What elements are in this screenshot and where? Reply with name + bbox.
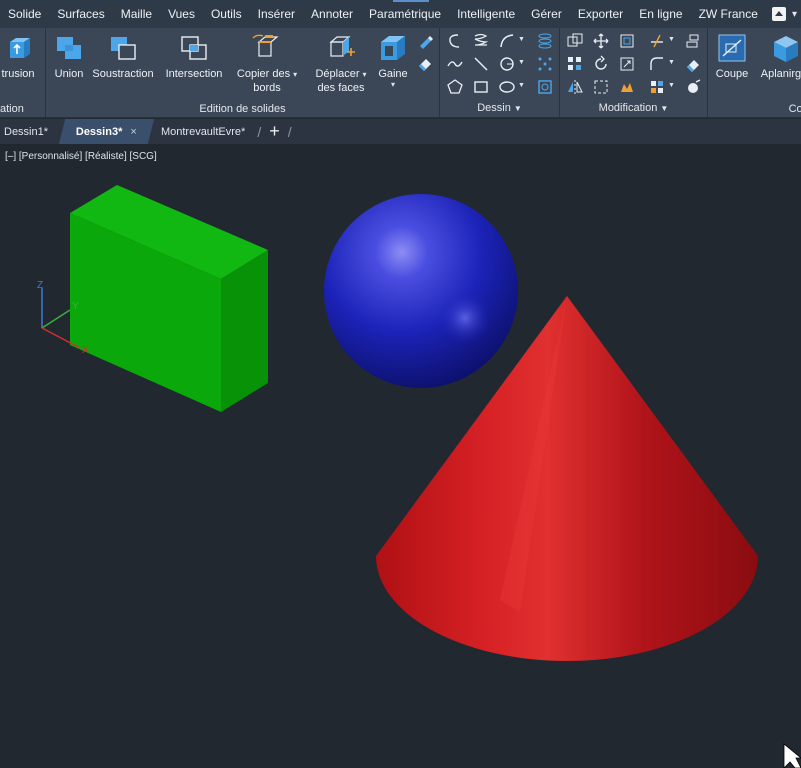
axis-y-label: Y <box>72 301 79 312</box>
blue-sphere[interactable] <box>324 194 518 388</box>
green-box[interactable] <box>70 185 268 412</box>
axis-z-label: Z <box>37 280 43 291</box>
axis-x-label: X <box>82 345 89 356</box>
3d-scene: Z Y X <box>37 185 801 768</box>
mouse-cursor-icon <box>783 743 801 768</box>
